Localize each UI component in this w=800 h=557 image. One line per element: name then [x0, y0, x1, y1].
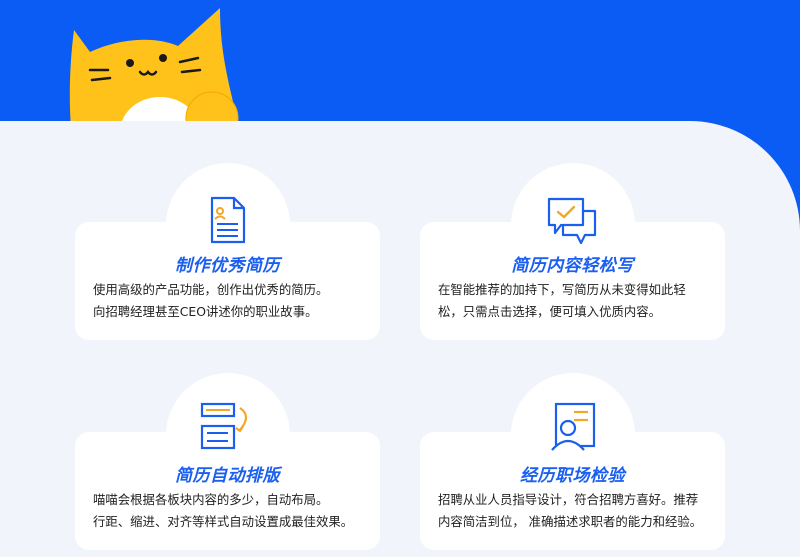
feature-title: 经历职场检验	[520, 466, 625, 486]
feature-title: 简历内容轻松写	[511, 256, 634, 276]
resume-document-icon	[210, 196, 246, 244]
feature-line: 招聘从业人员指导设计，符合招聘方喜好。推荐	[438, 492, 699, 507]
feature-line: 在智能推荐的加持下，写简历从未变得如此轻	[438, 282, 686, 297]
feature-line: 喵喵会根据各板块内容的多少，自动布局。	[93, 492, 329, 507]
chat-bubbles-icon	[547, 197, 597, 245]
feature-line: 松，只需点击选择，便可填入优质内容。	[438, 304, 662, 319]
feature-line: 内容简洁到位， 准确描述求职者的能力和经验。	[438, 514, 703, 529]
feature-description: 在智能推荐的加持下，写简历从未变得如此轻 松，只需点击选择，便可填入优质内容。	[438, 279, 711, 323]
feature-title: 简历自动排版	[175, 466, 280, 486]
feature-title: 制作优秀简历	[175, 256, 280, 276]
feature-line: 向招聘经理甚至CEO讲述你的职业故事。	[93, 304, 318, 319]
feature-line: 使用高级的产品功能，创作出优秀的简历。	[93, 282, 329, 297]
feature-line: 行距、缩进、对齐等样式自动设置成最佳效果。	[93, 514, 354, 529]
career-profile-icon	[551, 402, 596, 451]
feature-description: 使用高级的产品功能，创作出优秀的简历。 向招聘经理甚至CEO讲述你的职业故事。	[93, 279, 366, 323]
feature-description: 喵喵会根据各板块内容的多少，自动布局。 行距、缩进、对齐等样式自动设置成最佳效果…	[93, 489, 366, 533]
feature-description: 招聘从业人员指导设计，符合招聘方喜好。推荐 内容简洁到位， 准确描述求职者的能力…	[438, 489, 711, 533]
auto-layout-icon	[200, 402, 248, 450]
